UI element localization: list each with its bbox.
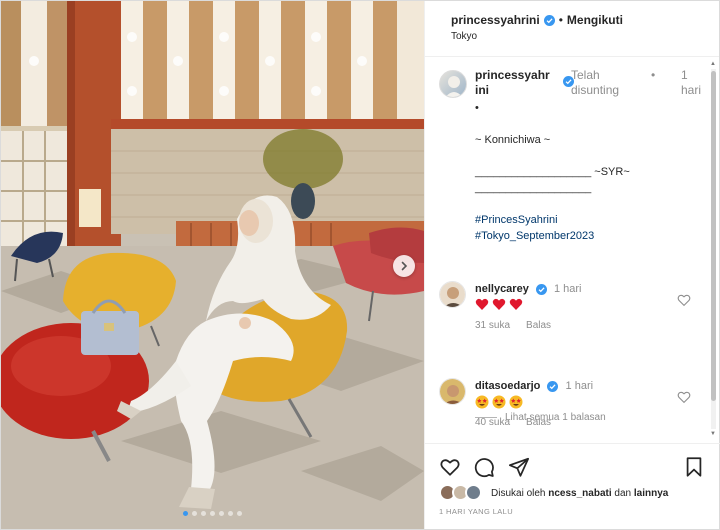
- post-photo[interactable]: [1, 1, 424, 529]
- caption-line: •: [475, 102, 479, 114]
- caption-line: [475, 148, 705, 164]
- comment-likes[interactable]: 31 suka: [475, 320, 510, 331]
- verified-badge-icon: [543, 14, 555, 26]
- bookmark-icon[interactable]: [683, 456, 705, 478]
- post-dialog: princessyahrini • Mengikuti Tokyo prince…: [0, 0, 720, 530]
- post-actions: Disukai oleh ncess_nabati dan lainnya 1 …: [425, 443, 720, 529]
- header-username[interactable]: princessyahrini: [451, 13, 540, 27]
- scroll-down-arrow-icon[interactable]: ▼: [710, 431, 716, 437]
- avatar[interactable]: [439, 70, 467, 98]
- carousel-dot: [237, 511, 242, 516]
- comment-time[interactable]: 1 hari: [566, 380, 594, 392]
- share-icon[interactable]: [508, 456, 530, 478]
- heart-icon[interactable]: [439, 456, 461, 478]
- caption-line: ___________________ ~SYR~: [475, 166, 630, 178]
- comments-scrollbar[interactable]: ▲ ▼: [710, 61, 717, 439]
- carousel-dots: [1, 511, 424, 516]
- liked-by-others[interactable]: lainnya: [634, 488, 668, 499]
- scroll-up-arrow-icon[interactable]: ▲: [710, 61, 716, 67]
- star-struck-icon: [509, 395, 523, 409]
- likes-summary[interactable]: Disukai oleh ncess_nabati dan lainnya: [439, 484, 668, 502]
- comment-username[interactable]: ditasoedarjo: [475, 380, 540, 392]
- comment-text: [475, 298, 523, 311]
- hotel-lobby-photo: [1, 1, 424, 529]
- carousel-dot: [210, 511, 215, 516]
- carousel-dot: [201, 511, 206, 516]
- liker-avatars: [439, 484, 485, 502]
- heart-icon[interactable]: [677, 390, 691, 404]
- caption-separator: •: [651, 68, 656, 82]
- following-button[interactable]: Mengikuti: [567, 13, 623, 27]
- verified-badge-icon: [547, 380, 559, 392]
- red-heart-icon: [492, 298, 506, 310]
- heart-icon[interactable]: [677, 293, 691, 307]
- caption-line: ~ Konnichiwa ~: [475, 134, 551, 146]
- avatar[interactable]: [439, 378, 466, 405]
- carousel-dot: [219, 511, 224, 516]
- comment-time[interactable]: 1 hari: [554, 283, 582, 295]
- reply-button[interactable]: Balas: [526, 320, 551, 331]
- star-struck-icon: [475, 395, 489, 409]
- chevron-right-icon: [401, 261, 408, 271]
- scrollbar-thumb[interactable]: [711, 71, 716, 401]
- liked-by-user[interactable]: ncess_nabati: [548, 488, 611, 499]
- comment-text: [475, 395, 523, 409]
- post-header: princessyahrini • Mengikuti Tokyo: [425, 1, 719, 57]
- post-location[interactable]: Tokyo: [451, 31, 719, 42]
- hashtag-link[interactable]: #PrincesSyahrini: [475, 212, 705, 228]
- post-date[interactable]: 1 HARI YANG LALU: [439, 507, 513, 516]
- caption-username[interactable]: princessyahrini: [475, 68, 551, 98]
- liked-by-joiner: dan: [614, 487, 632, 499]
- liked-by-prefix: Disukai oleh: [491, 487, 546, 499]
- caption-line: ___________________: [475, 182, 592, 194]
- hashtag-link[interactable]: #Tokyo_September2023: [475, 228, 705, 244]
- caption-time[interactable]: 1 hari: [681, 68, 705, 98]
- carousel-dot: [228, 511, 233, 516]
- red-heart-icon: [509, 298, 523, 310]
- comment-username[interactable]: nellycarey: [475, 283, 529, 295]
- carousel-next-button[interactable]: [393, 255, 415, 277]
- comments-scroll-area[interactable]: princessyahrini Telah disunting • 1 hari…: [425, 58, 709, 443]
- avatar[interactable]: [439, 281, 466, 308]
- carousel-dot: [192, 511, 197, 516]
- edited-label: Telah disunting: [571, 68, 620, 97]
- red-heart-icon: [475, 298, 489, 310]
- carousel-dot-active: [183, 511, 188, 516]
- comment-icon[interactable]: [473, 456, 495, 478]
- header-separator: •: [558, 13, 563, 27]
- reply-button[interactable]: Balas: [526, 417, 551, 428]
- comment-likes[interactable]: 40 suka: [475, 417, 510, 428]
- verified-badge-icon: [535, 283, 547, 295]
- post-side-panel: princessyahrini • Mengikuti Tokyo prince…: [424, 1, 720, 529]
- caption-text: • ~ Konnichiwa ~ ___________________ ~SY…: [475, 100, 705, 244]
- avatar: [465, 484, 482, 501]
- caption-line: [475, 196, 705, 212]
- caption-line: [475, 116, 705, 132]
- star-struck-icon: [492, 395, 506, 409]
